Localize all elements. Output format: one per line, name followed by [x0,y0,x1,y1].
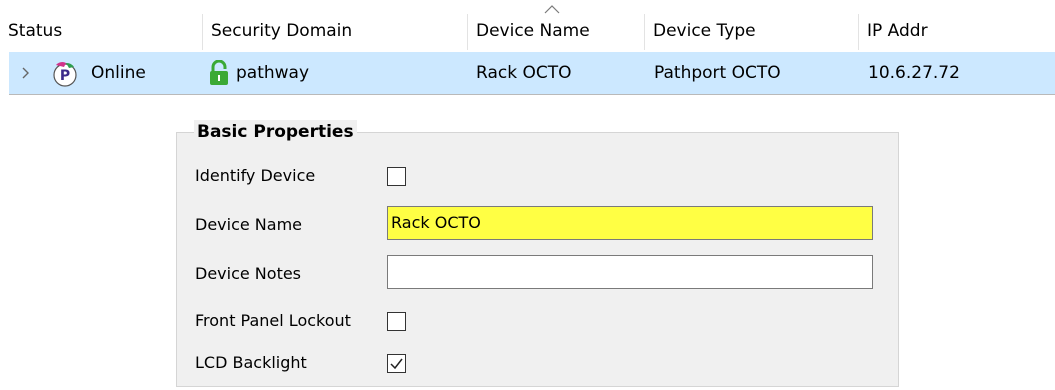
column-header-device-type[interactable]: Device Type [645,0,858,50]
row-security-domain: pathway [236,63,310,83]
column-header-security-domain[interactable]: Security Domain [203,0,467,50]
device-name-field[interactable]: Rack OCTO [387,206,873,240]
pathport-device-icon: P [53,62,77,87]
svg-text:P: P [60,68,70,84]
front-panel-lockout-label: Front Panel Lockout [195,311,351,330]
checkmark-icon [390,358,403,370]
chevron-right-icon[interactable] [19,52,33,94]
device-table: Status Security Domain Device Name Devic… [0,0,1055,100]
row-status: Online [91,63,146,83]
sort-ascending-icon [544,5,560,14]
lcd-backlight-checkbox[interactable] [387,354,406,373]
unlocked-padlock-icon [210,60,228,85]
device-name-label: Device Name [195,215,303,234]
identify-device-checkbox[interactable] [387,167,406,186]
device-notes-label: Device Notes [195,264,302,283]
row-ip-addr: 10.6.27.72 [868,63,960,83]
table-bottom-border [9,94,1055,95]
table-header: Status Security Domain Device Name Devic… [0,0,1055,50]
row-device-name: Rack OCTO [476,63,572,83]
basic-properties-group: Basic Properties Identify Device Device … [176,120,899,387]
device-notes-field[interactable] [387,255,873,289]
identify-device-label: Identify Device [195,166,316,185]
lcd-backlight-label: LCD Backlight [195,353,307,372]
row-device-type: Pathport OCTO [654,63,781,83]
column-header-status[interactable]: Status [0,0,202,50]
front-panel-lockout-checkbox[interactable] [387,312,406,331]
column-header-ip-addr[interactable]: IP Addr [859,0,1055,50]
group-title: Basic Properties [194,120,357,144]
table-row[interactable]: P Online pathway Rack OCTO Pathport OCTO… [9,52,1055,94]
